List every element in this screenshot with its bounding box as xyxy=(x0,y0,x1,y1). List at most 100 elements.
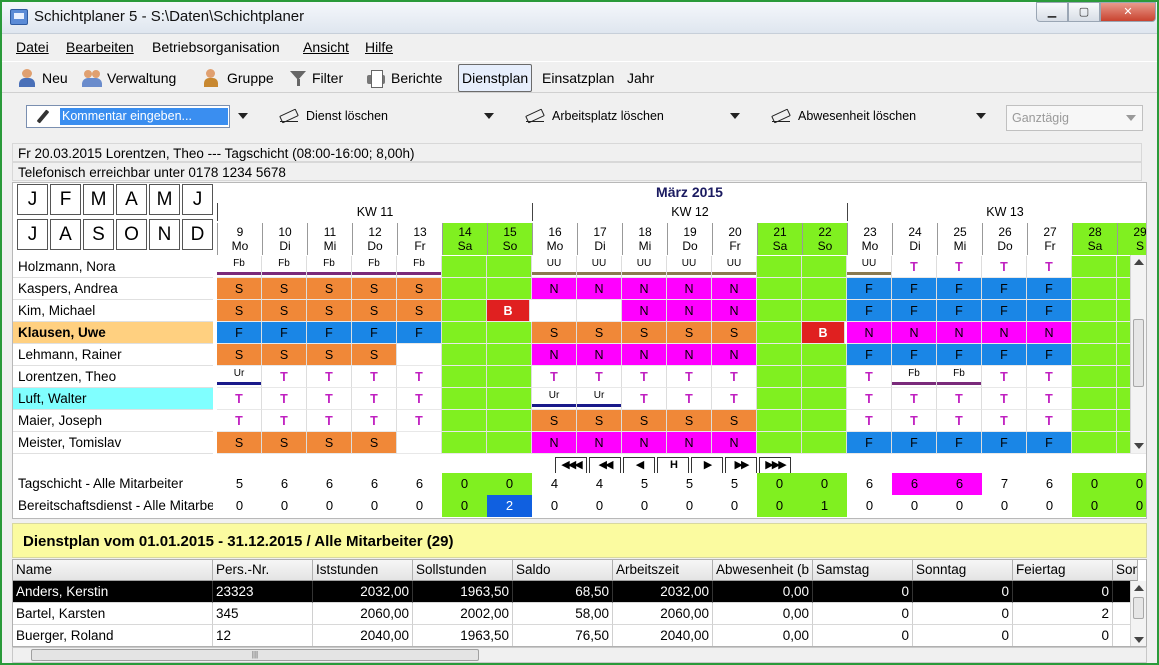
nav-button-5[interactable]: ▶ xyxy=(691,457,723,474)
employee-name[interactable]: Luft, Walter xyxy=(13,388,213,410)
shift-cell[interactable]: F xyxy=(982,300,1027,322)
day-header[interactable]: 12 Do xyxy=(352,223,397,255)
shift-cell[interactable]: T xyxy=(397,366,442,388)
shift-cell[interactable]: S xyxy=(352,432,397,454)
shift-cell[interactable]: S xyxy=(532,410,577,432)
shift-cell[interactable]: N xyxy=(577,432,622,454)
shift-cell[interactable]: N xyxy=(667,432,712,454)
shift-cell[interactable] xyxy=(442,344,487,366)
shift-cell[interactable]: F xyxy=(847,432,892,454)
shift-cell[interactable]: T xyxy=(847,388,892,410)
shift-cell[interactable]: T xyxy=(1027,366,1072,388)
shift-cell[interactable]: F xyxy=(1027,278,1072,300)
shift-cell[interactable] xyxy=(442,256,487,278)
shift-cell[interactable]: T xyxy=(262,410,307,432)
shift-cell[interactable] xyxy=(397,432,442,454)
shift-cell[interactable] xyxy=(1072,256,1117,278)
arbeitsplatz-loeschen-combo[interactable]: Arbeitsplatz löschen xyxy=(514,102,744,130)
shift-cell[interactable]: N xyxy=(667,344,712,366)
shift-cell[interactable] xyxy=(442,410,487,432)
shift-cell[interactable] xyxy=(487,344,532,366)
shift-cell[interactable]: N xyxy=(532,432,577,454)
shift-cell[interactable] xyxy=(757,388,802,410)
shift-cell[interactable] xyxy=(757,432,802,454)
shift-cell[interactable]: N xyxy=(622,344,667,366)
nav-button-1[interactable]: ◀◀◀ xyxy=(555,457,587,474)
shift-cell[interactable] xyxy=(442,278,487,300)
column-header-sollstunden[interactable]: Sollstunden xyxy=(413,560,513,581)
shift-cell[interactable]: T xyxy=(397,410,442,432)
day-header[interactable]: 23 Mo xyxy=(847,223,892,255)
day-header[interactable]: 27 Fr xyxy=(1027,223,1072,255)
shift-cell[interactable]: S xyxy=(622,322,667,344)
shift-cell[interactable] xyxy=(757,322,802,344)
shift-cell[interactable]: N xyxy=(982,322,1027,344)
day-header[interactable]: 29 S xyxy=(1117,223,1146,255)
shift-cell[interactable]: UU xyxy=(847,256,892,278)
shift-cell[interactable] xyxy=(802,278,847,300)
shift-cell[interactable]: F xyxy=(217,322,262,344)
shift-cell[interactable]: Fb xyxy=(262,256,307,278)
shift-cell[interactable]: S xyxy=(217,278,262,300)
shift-cell[interactable]: UU xyxy=(532,256,577,278)
shift-cell[interactable]: F xyxy=(1027,344,1072,366)
shift-cell[interactable]: N xyxy=(712,278,757,300)
neu-button[interactable]: Neu xyxy=(14,64,71,92)
shift-cell[interactable]: F xyxy=(937,432,982,454)
shift-cell[interactable]: S xyxy=(667,410,712,432)
employee-name[interactable]: Lehmann, Rainer xyxy=(13,344,213,366)
shift-cell[interactable]: S xyxy=(352,278,397,300)
menu-hilfe[interactable]: Hilfe xyxy=(365,39,393,55)
shift-cell[interactable]: T xyxy=(982,410,1027,432)
shift-cell[interactable] xyxy=(487,322,532,344)
employee-name[interactable]: Klausen, Uwe xyxy=(13,322,213,344)
shift-cell[interactable] xyxy=(757,410,802,432)
shift-cell[interactable] xyxy=(802,344,847,366)
shift-cell[interactable]: T xyxy=(397,388,442,410)
shift-cell[interactable]: S xyxy=(532,322,577,344)
shift-cell[interactable]: Ur xyxy=(577,388,622,410)
shift-cell[interactable]: T xyxy=(352,388,397,410)
shift-cell[interactable] xyxy=(397,344,442,366)
shift-cell[interactable] xyxy=(487,256,532,278)
gruppe-button[interactable]: Gruppe xyxy=(199,64,277,92)
nav-button-6[interactable]: ▶▶ xyxy=(725,457,757,474)
shift-cell[interactable] xyxy=(442,300,487,322)
shift-cell[interactable]: N xyxy=(532,344,577,366)
comment-input[interactable]: Kommentar eingeben... xyxy=(26,105,230,128)
month-button-5[interactable]: M xyxy=(149,184,180,215)
shift-cell[interactable]: F xyxy=(352,322,397,344)
minimize-button[interactable]: ▁ xyxy=(1036,2,1068,22)
shift-cell[interactable] xyxy=(757,366,802,388)
shift-cell[interactable]: S xyxy=(352,300,397,322)
column-header-feiertag[interactable]: Feiertag xyxy=(1013,560,1113,581)
month-button-4[interactable]: A xyxy=(116,184,147,215)
column-header-sonntag[interactable]: Sonntag xyxy=(913,560,1013,581)
shift-cell[interactable]: T xyxy=(712,366,757,388)
employee-name[interactable]: Maier, Joseph xyxy=(13,410,213,432)
shift-cell[interactable]: S xyxy=(667,322,712,344)
shift-cell[interactable]: T xyxy=(577,366,622,388)
shift-cell[interactable]: T xyxy=(532,366,577,388)
shift-cell[interactable] xyxy=(577,300,622,322)
employee-name[interactable]: Meister, Tomislav xyxy=(13,432,213,454)
filter-button[interactable]: Filter xyxy=(286,64,346,92)
shift-cell[interactable]: UU xyxy=(712,256,757,278)
shift-cell[interactable]: S xyxy=(307,300,352,322)
day-header[interactable]: 17 Di xyxy=(577,223,622,255)
day-header[interactable]: 15 So xyxy=(487,223,532,255)
table-hscrollbar[interactable]: ||| xyxy=(12,647,1147,663)
maximize-button[interactable]: ▢ xyxy=(1068,2,1100,22)
shift-cell[interactable]: Fb xyxy=(307,256,352,278)
shift-cell[interactable] xyxy=(1072,278,1117,300)
shift-cell[interactable] xyxy=(757,300,802,322)
shift-cell[interactable]: Fb xyxy=(892,366,937,388)
shift-cell[interactable]: T xyxy=(1027,388,1072,410)
shift-cell[interactable]: F xyxy=(847,300,892,322)
shift-cell[interactable] xyxy=(442,366,487,388)
shift-cell[interactable] xyxy=(1072,322,1117,344)
day-header[interactable]: 16 Mo xyxy=(532,223,577,255)
shift-cell[interactable]: T xyxy=(217,410,262,432)
nav-button-2[interactable]: ◀◀ xyxy=(589,457,621,474)
shift-cell[interactable]: S xyxy=(397,278,442,300)
